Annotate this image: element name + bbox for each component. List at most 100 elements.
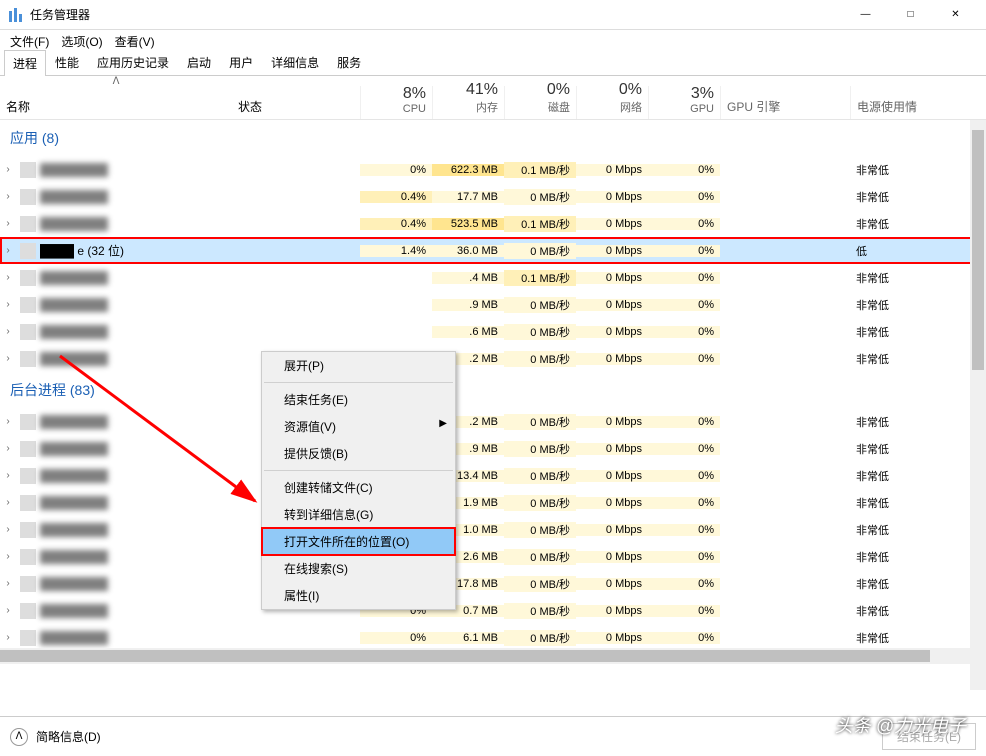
- chevron-right-icon[interactable]: ›: [0, 578, 16, 589]
- memory-cell: .9 MB: [432, 299, 504, 311]
- chevron-right-icon[interactable]: ›: [0, 524, 16, 535]
- app-icon: [20, 630, 36, 646]
- watermark: 头条 @力光电子: [835, 712, 966, 738]
- header-status[interactable]: 状态: [232, 86, 360, 119]
- chevron-right-icon[interactable]: ›: [0, 245, 16, 256]
- chevron-up-icon[interactable]: ᐱ: [10, 728, 28, 746]
- group-background[interactable]: 后台进程 (83): [0, 372, 986, 408]
- disk-cell: 0 MB/秒: [504, 522, 576, 538]
- chevron-right-icon[interactable]: ›: [0, 272, 16, 283]
- table-row[interactable]: › ████████ .2 MB 0 MB/秒 0 Mbps 0% 非常低: [0, 345, 986, 372]
- ctx-resource[interactable]: 资源值(V)▶: [262, 413, 455, 440]
- header-gpu[interactable]: 3%GPU: [648, 86, 720, 119]
- tab-startup[interactable]: 启动: [178, 49, 220, 75]
- header-memory[interactable]: 41%内存: [432, 86, 504, 119]
- titlebar[interactable]: 任务管理器 — □ ✕: [0, 0, 986, 30]
- ctx-end-task[interactable]: 结束任务(E): [262, 386, 455, 413]
- chevron-right-icon[interactable]: ›: [0, 218, 16, 229]
- chevron-right-icon[interactable]: ›: [0, 497, 16, 508]
- network-cell: 0 Mbps: [576, 578, 648, 590]
- table-row[interactable]: › ████ e (32 位) 1.4% 36.0 MB 0 MB/秒 0 Mb…: [0, 237, 986, 264]
- brief-info-link[interactable]: 简略信息(D): [36, 728, 101, 745]
- table-row[interactable]: › ████████ .2 MB 0 MB/秒 0 Mbps 0% 非常低: [0, 408, 986, 435]
- app-icon: [20, 162, 36, 178]
- app-icon: [20, 189, 36, 205]
- power-cell: 非常低: [850, 351, 986, 367]
- maximize-button[interactable]: □: [888, 0, 933, 30]
- ctx-feedback[interactable]: 提供反馈(B): [262, 440, 455, 467]
- ctx-dump[interactable]: 创建转储文件(C): [262, 474, 455, 501]
- gpu-cell: 0%: [648, 272, 720, 284]
- vertical-scrollbar[interactable]: [970, 120, 986, 690]
- process-name: ████████: [40, 415, 232, 429]
- process-name: ████████: [40, 442, 232, 456]
- disk-cell: 0 MB/秒: [504, 243, 576, 259]
- chevron-right-icon[interactable]: ›: [0, 299, 16, 310]
- table-row[interactable]: › ████████ 0% 1.9 MB 0 MB/秒 0 Mbps 0% 非常…: [0, 489, 986, 516]
- gpu-cell: 0%: [648, 632, 720, 644]
- header-network[interactable]: 0%网络: [576, 86, 648, 119]
- ctx-details[interactable]: 转到详细信息(G): [262, 501, 455, 528]
- table-row[interactable]: › ████████ 0% 2.6 MB 0 MB/秒 0 Mbps 0% 非常…: [0, 543, 986, 570]
- memory-cell: 523.5 MB: [432, 218, 504, 230]
- memory-cell: .4 MB: [432, 272, 504, 284]
- table-row[interactable]: › ████████ .4 MB 0.1 MB/秒 0 Mbps 0% 非常低: [0, 264, 986, 291]
- disk-cell: 0.1 MB/秒: [504, 270, 576, 286]
- table-row[interactable]: › ████████ .9 MB 0 MB/秒 0 Mbps 0% 非常低: [0, 435, 986, 462]
- power-cell: 非常低: [850, 414, 986, 430]
- tab-performance[interactable]: 性能: [46, 49, 88, 75]
- tab-processes[interactable]: 进程: [4, 50, 46, 76]
- table-row[interactable]: › ████████ .9 MB 0 MB/秒 0 Mbps 0% 非常低: [0, 291, 986, 318]
- process-name: ████████: [40, 550, 232, 564]
- gpu-cell: 0%: [648, 443, 720, 455]
- chevron-right-icon[interactable]: ›: [0, 470, 16, 481]
- tab-users[interactable]: 用户: [220, 49, 262, 75]
- header-power[interactable]: 电源使用情: [850, 86, 986, 119]
- network-cell: 0 Mbps: [576, 632, 648, 644]
- app-icon: [20, 351, 36, 367]
- chevron-right-icon[interactable]: ›: [0, 605, 16, 616]
- chevron-right-icon[interactable]: ›: [0, 632, 16, 643]
- tab-services[interactable]: 服务: [328, 49, 370, 75]
- group-apps[interactable]: 应用 (8): [0, 120, 986, 156]
- tab-details[interactable]: 详细信息: [262, 49, 328, 75]
- disk-cell: 0 MB/秒: [504, 630, 576, 646]
- horizontal-scrollbar[interactable]: [0, 648, 970, 664]
- header-cpu[interactable]: 8%CPU: [360, 86, 432, 119]
- table-row[interactable]: › ████████ 0% 622.3 MB 0.1 MB/秒 0 Mbps 0…: [0, 156, 986, 183]
- table-row[interactable]: › ████████ 0% 0.7 MB 0 MB/秒 0 Mbps 0% 非常…: [0, 597, 986, 624]
- tab-history[interactable]: 应用历史记录: [88, 49, 178, 75]
- header-disk[interactable]: 0%磁盘: [504, 86, 576, 119]
- app-icon: [20, 297, 36, 313]
- disk-cell: 0.1 MB/秒: [504, 216, 576, 232]
- table-row[interactable]: › ████████ 0.4% 17.7 MB 0 MB/秒 0 Mbps 0%…: [0, 183, 986, 210]
- scrollbar-thumb[interactable]: [972, 130, 984, 370]
- scrollbar-thumb[interactable]: [0, 650, 930, 662]
- table-row[interactable]: › ████████ 0.4% 523.5 MB 0.1 MB/秒 0 Mbps…: [0, 210, 986, 237]
- table-row[interactable]: › ████████ .6 MB 0 MB/秒 0 Mbps 0% 非常低: [0, 318, 986, 345]
- ctx-expand[interactable]: 展开(P): [262, 352, 455, 379]
- gpu-cell: 0%: [648, 245, 720, 257]
- gpu-cell: 0%: [648, 299, 720, 311]
- chevron-right-icon[interactable]: ›: [0, 551, 16, 562]
- chevron-right-icon[interactable]: ›: [0, 326, 16, 337]
- chevron-right-icon[interactable]: ›: [0, 416, 16, 427]
- minimize-button[interactable]: —: [843, 0, 888, 30]
- table-row[interactable]: › ████████ 0% 6.1 MB 0 MB/秒 0 Mbps 0% 非常…: [0, 624, 986, 651]
- power-cell: 非常低: [850, 270, 986, 286]
- close-button[interactable]: ✕: [933, 0, 978, 30]
- chevron-right-icon[interactable]: ›: [0, 443, 16, 454]
- chevron-right-icon[interactable]: ›: [0, 353, 16, 364]
- header-gpu-engine[interactable]: GPU 引擎: [720, 86, 850, 119]
- table-row[interactable]: › ████████ 0% 1.0 MB 0 MB/秒 0 Mbps 0% 非常…: [0, 516, 986, 543]
- ctx-search[interactable]: 在线搜索(S): [262, 555, 455, 582]
- process-name: ████████: [40, 190, 232, 204]
- process-name: ████████: [40, 523, 232, 537]
- chevron-right-icon[interactable]: ›: [0, 164, 16, 175]
- header-name[interactable]: 名称: [0, 86, 232, 119]
- table-row[interactable]: › ████████ 0% 17.8 MB 0 MB/秒 0 Mbps 0% 非…: [0, 570, 986, 597]
- ctx-open-location[interactable]: 打开文件所在的位置(O): [262, 528, 455, 555]
- table-row[interactable]: › ████████ 0% 13.4 MB 0 MB/秒 0 Mbps 0% 非…: [0, 462, 986, 489]
- ctx-properties[interactable]: 属性(I): [262, 582, 455, 609]
- chevron-right-icon[interactable]: ›: [0, 191, 16, 202]
